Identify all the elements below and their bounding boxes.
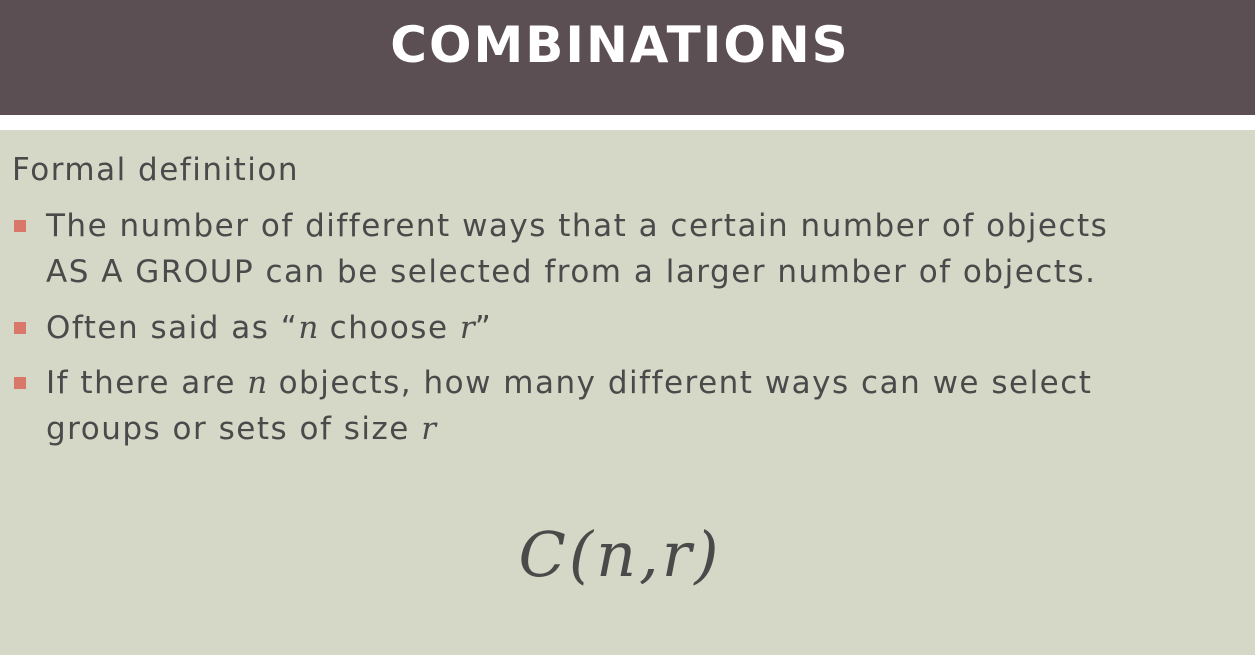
variable-r: r [421,411,437,447]
bullet-marker-icon [14,377,26,389]
bullet-2-suffix: ” [474,310,493,346]
bullet-3-line-1: If there are n objects, how many differe… [46,360,1092,406]
bullet-marker-icon [14,220,26,232]
bullet-1-line-2: AS A GROUP can be selected from a larger… [46,254,1097,290]
bullet-3-suffix: objects, how many different ways can we … [267,365,1093,401]
bullet-item-1: The number of different ways that a cert… [14,203,1109,295]
bullet-marker-icon [14,322,26,334]
bullet-2-middle: choose [318,310,460,346]
variable-n: n [298,310,319,346]
section-heading: Formal definition [12,152,299,188]
bullet-1-line-1: The number of different ways that a cert… [46,208,1109,244]
variable-n: n [247,365,268,401]
bullet-3-line-2-text: groups or sets of size [46,411,422,447]
bullet-2-line-1: Often said as “n choose r” [46,305,492,351]
divider-strip [0,115,1255,130]
slide-content: Formal definition The number of differen… [0,130,1255,655]
variable-r: r [459,310,475,346]
bullet-item-3: If there are n objects, how many differe… [14,360,1092,452]
bullet-3-line-2: groups or sets of size r [46,406,1092,452]
title-bar: COMBINATIONS [0,0,1255,115]
slide-title: COMBINATIONS [390,16,850,74]
combination-formula: C(n,r) [518,518,722,591]
bullet-2-prefix: Often said as “ [46,310,299,346]
bullet-item-2: Often said as “n choose r” [14,305,492,351]
bullet-3-prefix: If there are [46,365,248,401]
